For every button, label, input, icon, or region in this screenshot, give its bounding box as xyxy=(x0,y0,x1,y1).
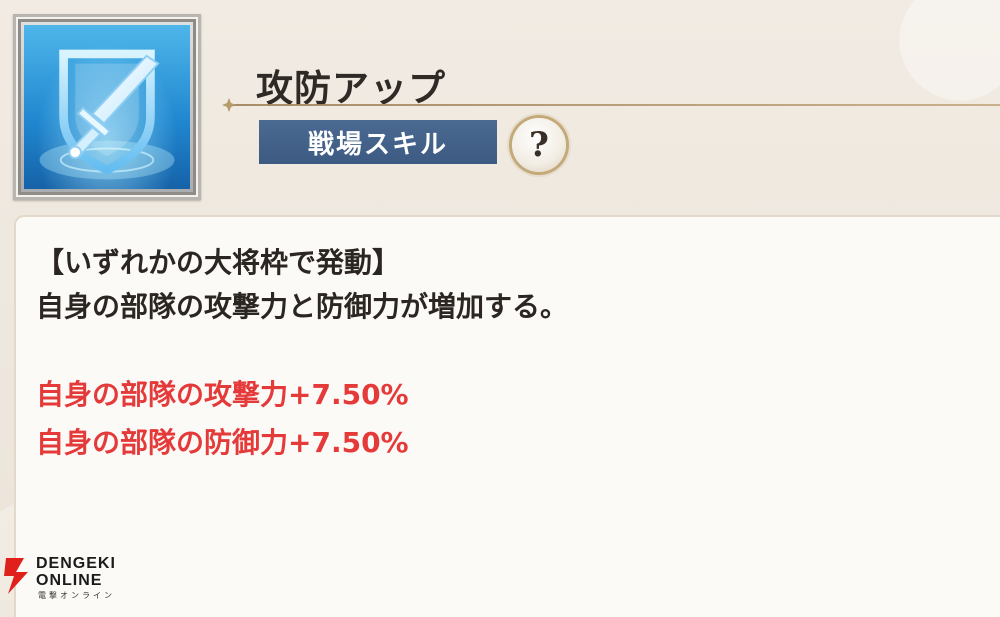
dengeki-online-logo: DENGEKI ONLINE 電撃オンライン xyxy=(0,553,130,600)
lightning-logo-icon xyxy=(4,558,28,594)
skill-type-badge: 戦場スキル xyxy=(259,120,497,164)
condition-text: 【いずれかの大将枠で発動】 xyxy=(36,246,401,279)
sword-shield-icon xyxy=(24,25,190,189)
divider-ornament-icon xyxy=(222,98,236,112)
effect-defense-text: 自身の部隊の防御力+7.50% xyxy=(36,426,409,459)
summary-text: 自身の部隊の攻撃力と防御力が増加する。 xyxy=(36,290,569,323)
effect-attack-text: 自身の部隊の攻撃力+7.50% xyxy=(36,378,409,411)
title-divider xyxy=(232,104,1000,106)
help-button[interactable]: ? xyxy=(512,118,566,172)
skill-icon-frame xyxy=(13,14,201,200)
